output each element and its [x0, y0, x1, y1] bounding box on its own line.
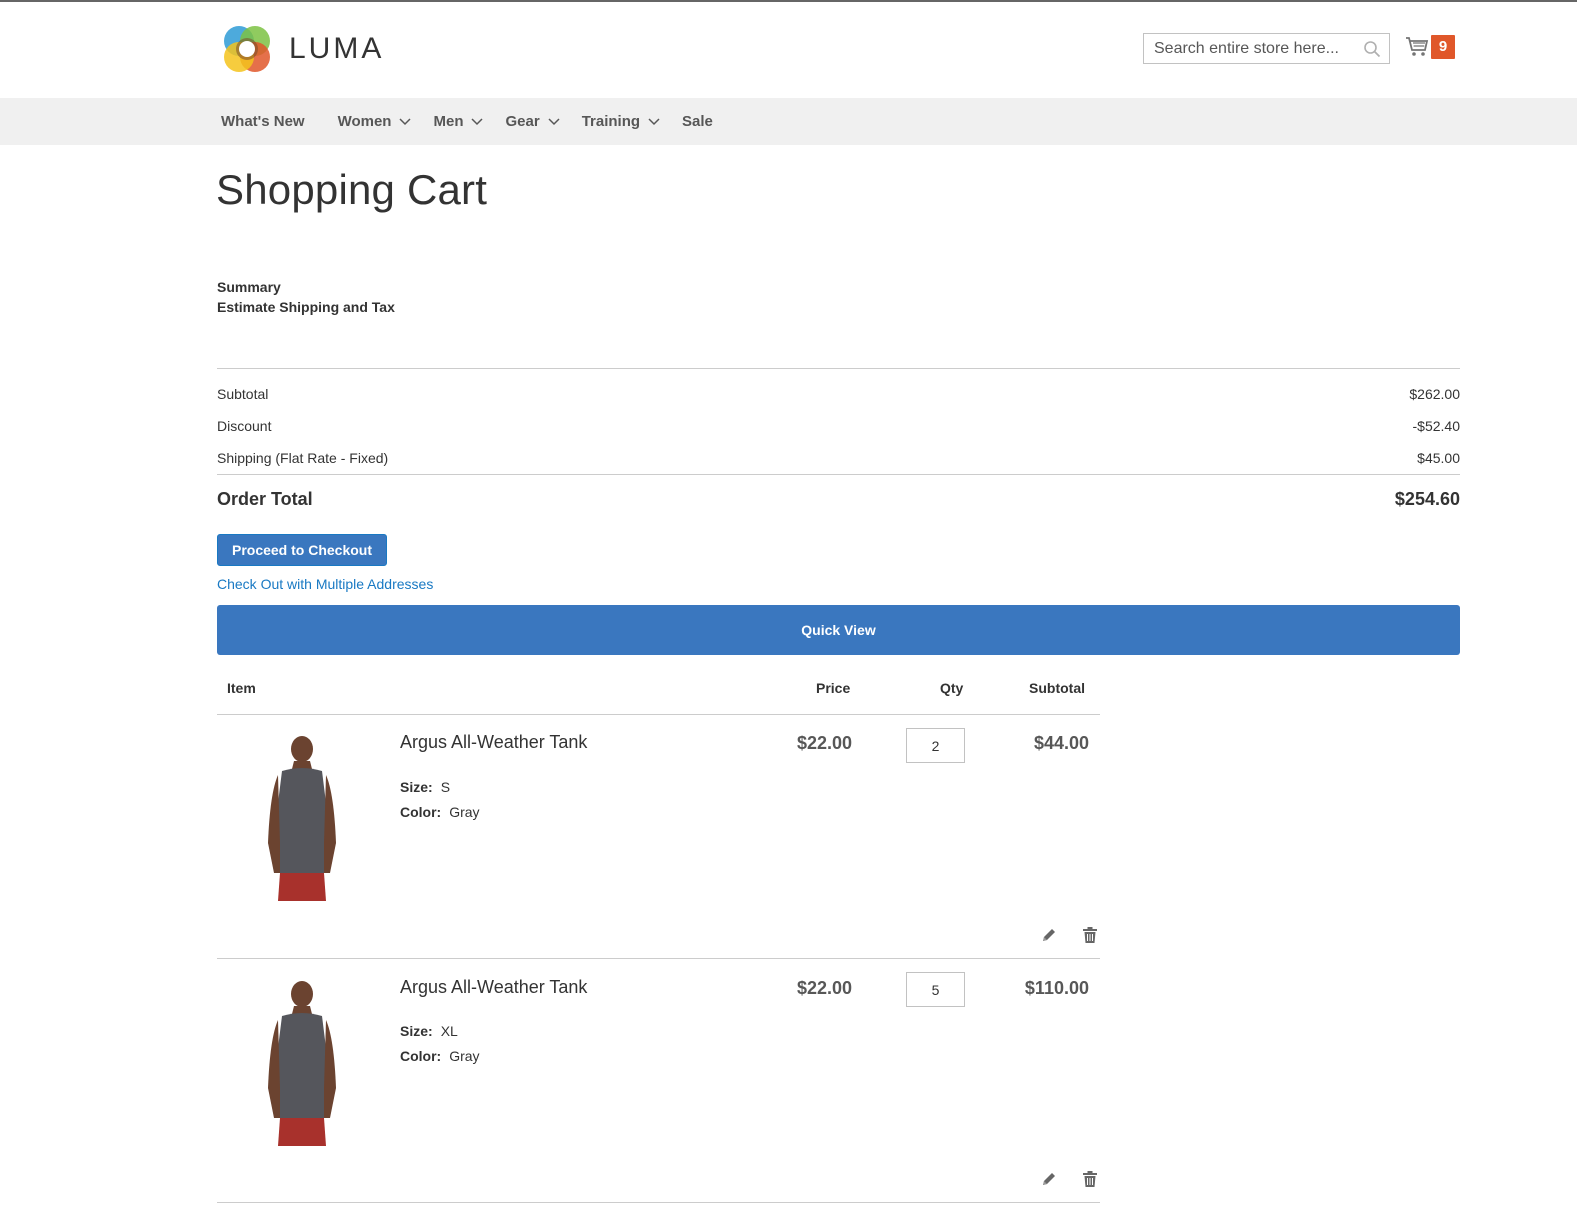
option-label: Color:: [400, 804, 442, 820]
summary-title: Summary: [217, 279, 281, 295]
option-label: Size:: [400, 779, 433, 795]
item-subtotal: $110.00: [1024, 978, 1089, 998]
search-icon[interactable]: [1363, 40, 1381, 58]
chevron-down-icon: [399, 117, 412, 125]
option-value: Gray: [449, 1048, 480, 1064]
column-header-item: Item: [227, 680, 256, 696]
nav-item-label: Sale: [682, 113, 713, 130]
search-box: [1143, 33, 1390, 64]
product-name-link[interactable]: Argus All-Weather Tank: [400, 732, 587, 753]
nav-item-label: Gear: [505, 113, 540, 130]
cart-icon: [1406, 37, 1429, 56]
option-value: S: [440, 779, 451, 795]
qty-input[interactable]: [906, 728, 965, 763]
multiple-addresses-link[interactable]: Check Out with Multiple Addresses: [217, 576, 433, 592]
order-total-value: $254.60: [1394, 489, 1460, 509]
divider: [217, 958, 1100, 959]
page-title: Shopping Cart: [216, 166, 488, 213]
pencil-icon[interactable]: [1040, 1170, 1058, 1188]
order-total-label: Order Total: [217, 489, 313, 509]
nav-item-label: Women: [337, 113, 392, 130]
totals-label: Shipping (Flat Rate - Fixed): [217, 450, 389, 466]
product-option-color: Color: Gray: [400, 804, 480, 820]
item-price: $22.00: [796, 978, 852, 998]
discount-row: Discount -$52.40: [217, 418, 1460, 434]
search-input[interactable]: [1144, 34, 1364, 63]
option-label: Color:: [400, 1048, 442, 1064]
nav-item-whats-new[interactable]: What's New: [221, 113, 305, 130]
product-image[interactable]: [252, 733, 352, 903]
item-subtotal: $44.00: [1033, 733, 1089, 753]
nav-item-women[interactable]: Women: [338, 113, 412, 130]
luma-logo[interactable]: LUMA: [221, 23, 384, 75]
nav-item-men[interactable]: Men: [433, 113, 484, 130]
luma-logo-icon: [224, 26, 270, 72]
nav-item-label: What's New: [221, 113, 305, 130]
totals-label: Discount: [217, 418, 272, 434]
product-option-size: Size: XL: [400, 1023, 458, 1039]
totals-value: -$52.40: [1412, 418, 1460, 434]
quick-view-button[interactable]: Quick View: [217, 605, 1460, 655]
chevron-down-icon: [648, 117, 660, 125]
logo-text: LUMA: [289, 32, 385, 65]
chevron-down-icon: [471, 117, 484, 125]
totals-value: $45.00: [1417, 450, 1460, 466]
product-option-size: Size: S: [400, 779, 450, 795]
product-name-link[interactable]: Argus All-Weather Tank: [400, 977, 587, 998]
totals-label: Subtotal: [217, 386, 269, 402]
trash-icon[interactable]: [1081, 926, 1099, 944]
top-border: [0, 0, 1577, 2]
nav-item-gear[interactable]: Gear: [505, 113, 560, 130]
proceed-to-checkout-button[interactable]: Proceed to Checkout: [217, 534, 387, 566]
nav-item-label: Men: [433, 113, 464, 130]
pencil-icon[interactable]: [1040, 926, 1058, 944]
option-label: Size:: [400, 1023, 433, 1039]
subtotal-row: Subtotal $262.00: [217, 386, 1460, 402]
main-navigation: What's New Women Men Gear Training Sale: [0, 98, 1577, 145]
divider: [217, 714, 1100, 715]
option-value: Gray: [449, 804, 480, 820]
nav-item-label: Training: [581, 113, 641, 130]
item-price: $22.00: [796, 733, 852, 753]
column-header-qty: Qty: [940, 680, 964, 696]
product-option-color: Color: Gray: [400, 1048, 480, 1064]
estimate-shipping-toggle[interactable]: Estimate Shipping and Tax: [217, 299, 395, 315]
product-image[interactable]: [252, 978, 352, 1148]
minicart-button[interactable]: 9: [1405, 35, 1455, 59]
trash-icon[interactable]: [1081, 1170, 1099, 1188]
nav-item-sale[interactable]: Sale: [682, 113, 713, 130]
order-total-row: Order Total $254.60: [217, 489, 1460, 510]
nav-item-training[interactable]: Training: [582, 113, 660, 130]
qty-input[interactable]: [906, 972, 965, 1007]
divider: [217, 1202, 1100, 1203]
column-header-price: Price: [816, 680, 851, 696]
cart-counter-badge: 9: [1431, 35, 1455, 59]
divider: [217, 368, 1460, 369]
option-value: XL: [440, 1023, 458, 1039]
shipping-row: Shipping (Flat Rate - Fixed) $45.00: [217, 450, 1460, 466]
totals-value: $262.00: [1409, 386, 1460, 402]
chevron-down-icon: [548, 117, 560, 125]
column-header-subtotal: Subtotal: [1029, 680, 1085, 696]
divider: [217, 474, 1460, 475]
